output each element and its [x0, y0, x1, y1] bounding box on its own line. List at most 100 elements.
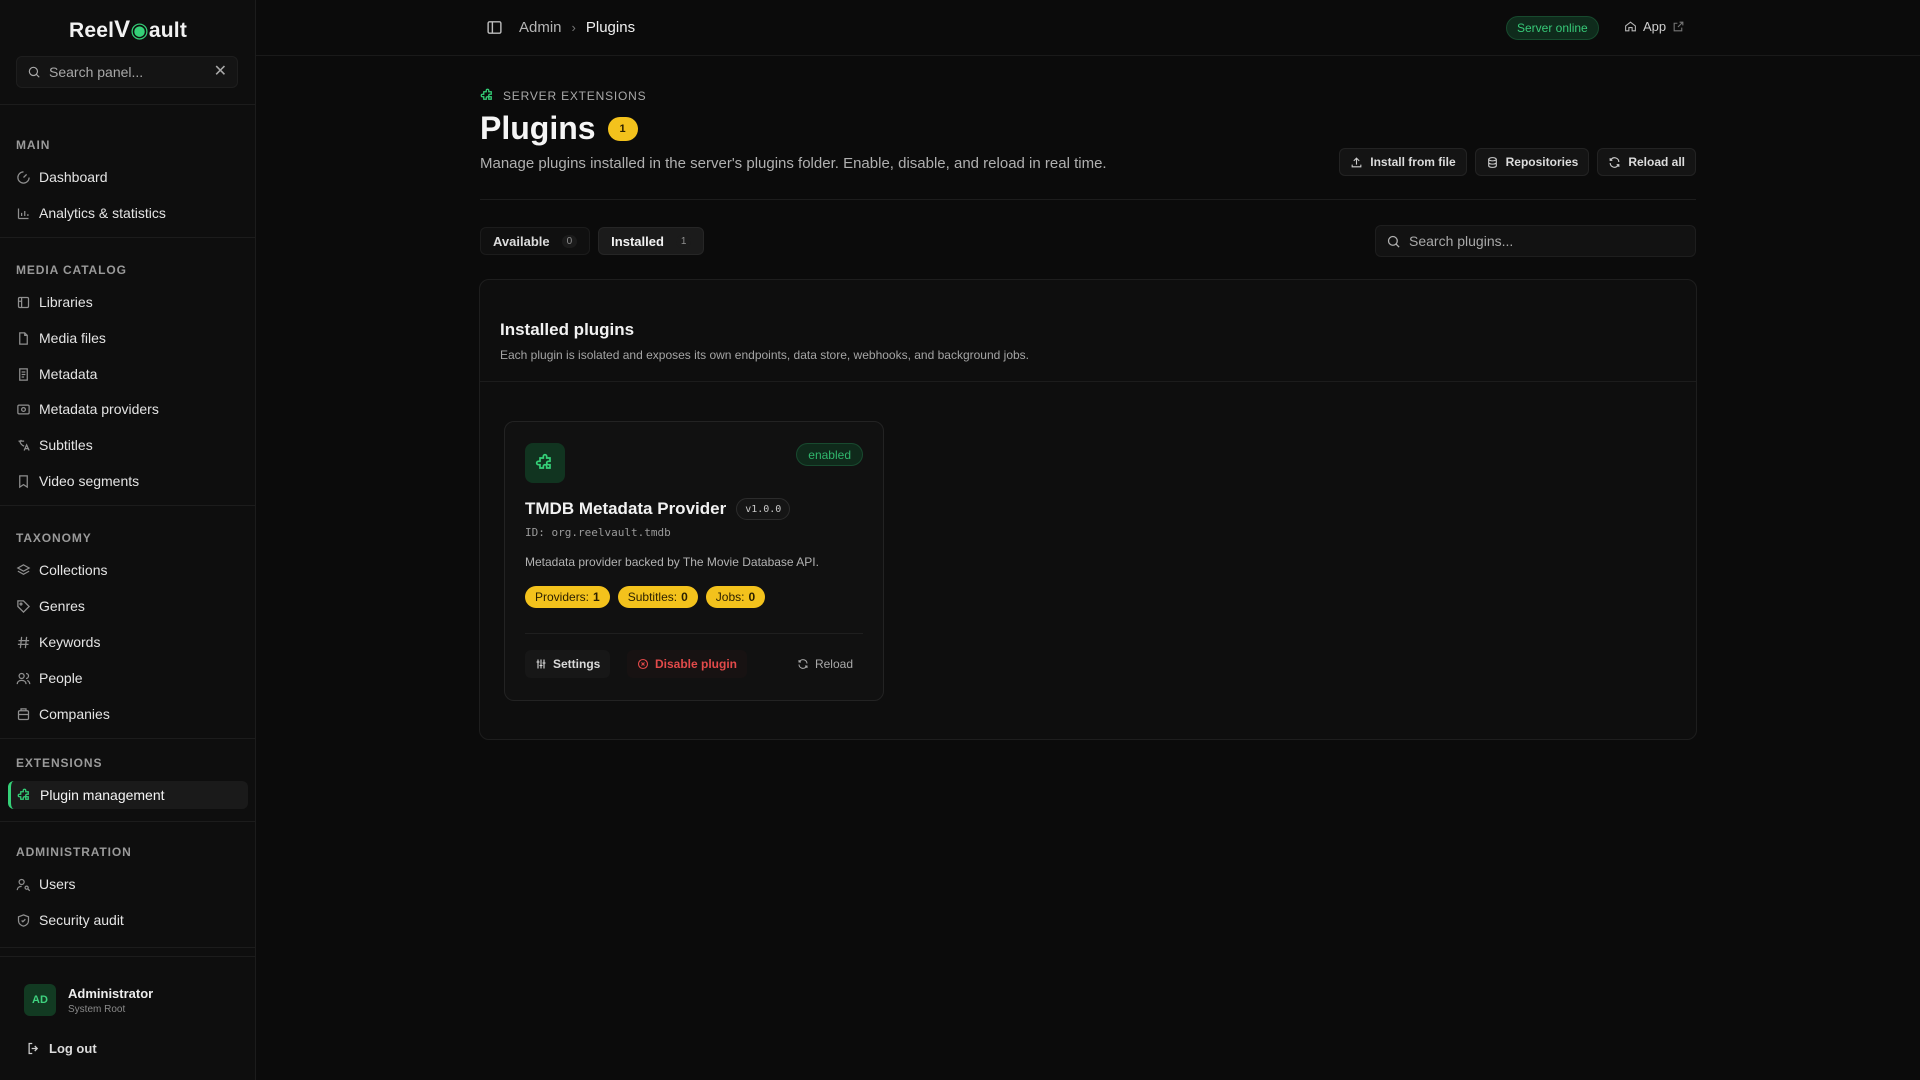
plugin-icon: [525, 443, 565, 483]
tab-installed[interactable]: Installed 1: [598, 227, 705, 255]
users-icon: [16, 672, 31, 684]
sidebar-item-video-segments[interactable]: Video segments: [16, 470, 139, 492]
brand-logo[interactable]: ReelV◉ault: [0, 16, 256, 44]
sidebar-item-metadata[interactable]: Metadata: [16, 363, 97, 385]
topbar: Admin › Plugins Server online App: [256, 0, 1920, 56]
page-description: Manage plugins installed in the server's…: [480, 155, 1107, 172]
sidebar: ReelV◉ault ✕ MAIN Dashboard Analytics & …: [0, 0, 256, 1080]
divider: [0, 738, 256, 739]
section-title-media-catalog: MEDIA CATALOG: [16, 263, 127, 277]
version-badge: v1.0.0: [736, 498, 791, 520]
status-badge: enabled: [796, 443, 863, 466]
repositories-button[interactable]: Repositories: [1474, 148, 1590, 176]
section-title-extensions: EXTENSIONS: [16, 756, 103, 770]
chip-providers: Providers: 1: [525, 586, 610, 608]
sidebar-item-subtitles[interactable]: Subtitles: [16, 434, 93, 456]
sidebar-item-libraries[interactable]: Libraries: [16, 291, 93, 313]
hash-icon: [17, 636, 30, 648]
user-profile[interactable]: AD Administrator System Root: [24, 984, 153, 1016]
divider: [0, 821, 256, 822]
tab-count: 0: [561, 234, 578, 248]
divider: [480, 199, 1696, 200]
page-title: Plugins 1: [480, 110, 638, 147]
sidebar-toggle-icon[interactable]: [486, 19, 503, 36]
divider: [0, 947, 256, 948]
plugin-description: Metadata provider backed by The Movie Da…: [525, 555, 819, 569]
install-from-file-button[interactable]: Install from file: [1339, 148, 1467, 176]
home-icon: [1625, 21, 1636, 32]
chip-jobs: Jobs: 0: [705, 586, 766, 608]
sidebar-item-users[interactable]: Users: [16, 873, 76, 895]
divider: [480, 381, 1696, 382]
plugin-settings-button[interactable]: Settings: [525, 650, 611, 678]
sidebar-item-companies[interactable]: Companies: [16, 703, 110, 725]
breadcrumb: Admin › Plugins: [519, 19, 635, 36]
tab-available[interactable]: Available 0: [480, 227, 591, 255]
divider: [0, 237, 256, 238]
sidebar-item-media-files[interactable]: Media files: [16, 327, 106, 349]
puzzle-icon: [535, 453, 551, 469]
breadcrumb-admin[interactable]: Admin: [519, 19, 562, 36]
shield-icon: [17, 913, 30, 927]
divider: [0, 956, 256, 957]
server-status-badge: Server online: [1506, 16, 1599, 40]
chip-subtitles: Subtitles: 0: [617, 586, 698, 608]
close-icon[interactable]: ✕: [214, 64, 227, 80]
sidebar-search-input[interactable]: [49, 64, 206, 80]
breadcrumb-current: Plugins: [585, 19, 636, 36]
plugin-capabilities: Providers: 1 Subtitles: 0 Jobs: 0: [525, 586, 766, 608]
file-icon: [19, 331, 28, 345]
external-link-icon: [1673, 21, 1684, 32]
plugin-search[interactable]: [1375, 225, 1696, 257]
plugin-search-input[interactable]: [1409, 233, 1685, 249]
section-title-main: MAIN: [16, 138, 51, 152]
logout-button[interactable]: Log out: [26, 1041, 97, 1056]
reload-plugin-button[interactable]: Reload: [787, 650, 863, 678]
chevron-right-icon: ›: [571, 20, 576, 35]
sidebar-search[interactable]: ✕: [16, 56, 238, 88]
bar-chart-icon: [17, 208, 29, 219]
sidebar-item-dashboard[interactable]: Dashboard: [16, 166, 108, 188]
sidebar-item-plugin-management[interactable]: Plugin management: [8, 781, 248, 809]
logout-icon: [28, 1042, 39, 1055]
tag-icon: [17, 599, 31, 613]
bookmark-icon: [19, 474, 28, 488]
panel-title: Installed plugins: [500, 320, 635, 339]
app-link[interactable]: App: [1624, 19, 1685, 34]
ban-icon: [637, 658, 649, 670]
document-icon: [19, 367, 28, 381]
provider-icon: [17, 404, 30, 414]
sliders-icon: [536, 659, 546, 669]
avatar: AD: [24, 984, 56, 1016]
sidebar-item-collections[interactable]: Collections: [16, 559, 107, 581]
library-icon: [17, 296, 30, 308]
user-role: System Root: [68, 1003, 126, 1015]
gauge-icon: [17, 170, 30, 184]
page-eyebrow: SERVER EXTENSIONS: [480, 88, 646, 103]
sidebar-item-analytics[interactable]: Analytics & statistics: [16, 202, 166, 224]
installed-plugins-panel: Installed plugins Each plugin is isolate…: [479, 279, 1697, 740]
translate-icon: [18, 439, 30, 451]
layers-icon: [16, 563, 31, 575]
sidebar-item-security-audit[interactable]: Security audit: [16, 909, 124, 931]
divider: [525, 633, 863, 634]
plugin-name: TMDB Metadata Provider: [525, 499, 727, 518]
tab-count: 1: [675, 234, 692, 248]
user-key-icon: [16, 878, 31, 891]
reload-all-button[interactable]: Reload all: [1597, 148, 1696, 176]
search-icon: [1387, 235, 1400, 248]
page-actions: Install from file Repositories Reload al…: [1339, 148, 1696, 176]
database-icon: [1487, 156, 1497, 168]
building-icon: [17, 707, 30, 720]
sidebar-item-people[interactable]: People: [16, 667, 83, 689]
refresh-icon: [798, 659, 808, 669]
sidebar-item-genres[interactable]: Genres: [16, 595, 85, 617]
sidebar-item-metadata-providers[interactable]: Metadata providers: [16, 398, 159, 420]
upload-icon: [1351, 156, 1362, 167]
panel-subtitle: Each plugin is isolated and exposes its …: [500, 348, 1030, 362]
user-name: Administrator: [68, 985, 154, 1001]
sidebar-item-keywords[interactable]: Keywords: [16, 631, 100, 653]
puzzle-icon: [480, 88, 492, 100]
disable-plugin-button[interactable]: Disable plugin: [627, 650, 748, 678]
divider: [0, 505, 256, 506]
